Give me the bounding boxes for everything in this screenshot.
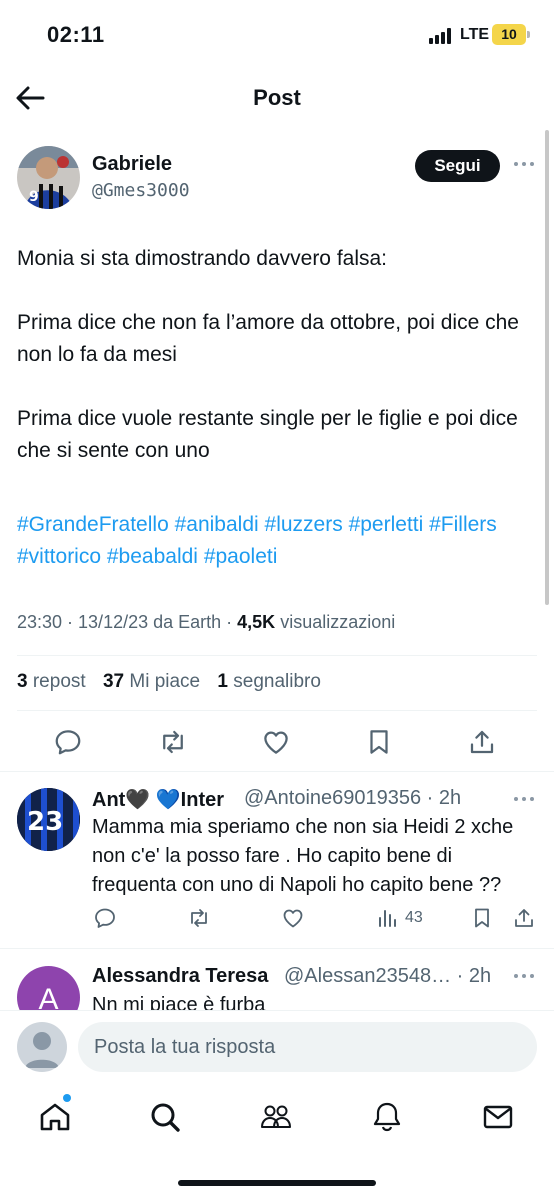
share-icon[interactable] — [467, 727, 497, 757]
divider — [17, 710, 537, 711]
more-options-icon[interactable] — [512, 787, 536, 811]
notification-dot — [63, 1094, 71, 1102]
more-options-icon[interactable] — [512, 964, 536, 988]
like-icon[interactable] — [261, 727, 291, 757]
repost-icon[interactable] — [187, 906, 211, 930]
svg-text:23: 23 — [27, 807, 63, 837]
status-time: 02:11 — [47, 22, 105, 47]
author-avatar[interactable]: 9 — [17, 146, 80, 209]
reply-author-name[interactable]: Alessandra Teresa — [92, 965, 268, 988]
more-options-icon[interactable] — [512, 152, 536, 176]
author-handle[interactable]: @Gmes3000 — [92, 180, 190, 201]
reply-avatar[interactable]: 23 — [17, 788, 80, 851]
hashtag-link[interactable]: #vittorico — [17, 545, 101, 568]
status-bar: 02:11 LTE 10 — [0, 0, 554, 70]
hashtag-link[interactable]: #luzzers — [265, 513, 343, 536]
user-avatar[interactable] — [17, 1022, 67, 1072]
divider — [17, 655, 537, 656]
post-text: Monia si sta dimostrando davvero falsa: … — [17, 247, 519, 462]
battery-cap — [527, 31, 530, 38]
share-icon[interactable] — [512, 906, 536, 930]
reposts-count[interactable]: 3 — [17, 671, 28, 692]
bookmarks-label[interactable]: segnalibro — [233, 671, 321, 692]
reposts-label[interactable]: repost — [33, 671, 86, 692]
home-icon[interactable] — [38, 1100, 72, 1134]
communities-icon[interactable] — [259, 1100, 293, 1134]
battery-icon: 10 — [492, 24, 526, 45]
page-title: Post — [253, 85, 301, 110]
likes-label[interactable]: Mi piace — [129, 671, 200, 692]
post-meta: 23:30 · 13/12/23 da Earth · 4,5K visuali… — [17, 612, 395, 633]
repost-icon[interactable] — [158, 727, 188, 757]
hashtag-list: #GrandeFratello #anibaldi #luzzers #perl… — [17, 509, 527, 573]
scrollbar[interactable] — [545, 130, 549, 605]
svg-text:9: 9 — [29, 189, 39, 205]
divider — [0, 948, 554, 949]
reply-author-handle[interactable]: @Antoine69019356 · 2h — [244, 787, 461, 810]
views-icon[interactable] — [376, 906, 400, 930]
like-icon[interactable] — [281, 906, 305, 930]
reply-author-name[interactable]: Ant🖤 💙Inter — [92, 787, 224, 812]
hashtag-link[interactable]: #GrandeFratello — [17, 513, 169, 536]
reply-icon[interactable] — [53, 727, 83, 757]
reply-icon[interactable] — [93, 906, 117, 930]
search-icon[interactable] — [148, 1100, 182, 1134]
views-count: 4,5K — [237, 612, 276, 632]
bookmarks-count[interactable]: 1 — [217, 671, 228, 692]
post-timestamp[interactable]: 23:30 · 13/12/23 da Earth · — [17, 612, 237, 632]
likes-count[interactable]: 37 — [103, 671, 124, 692]
bookmark-icon[interactable] — [470, 906, 494, 930]
network-label: LTE — [460, 26, 490, 43]
reply-text: Mamma mia speriamo che non sia Heidi 2 x… — [92, 816, 514, 896]
post-stats: 3 repost 37 Mi piace 1 segnalibro — [17, 671, 321, 693]
hashtag-link[interactable]: #beabaldi — [107, 545, 198, 568]
author-name[interactable]: Gabriele — [92, 153, 172, 176]
hashtag-link[interactable]: #Fillers — [429, 513, 497, 536]
divider — [0, 771, 554, 772]
hashtag-link[interactable]: #paoleti — [204, 545, 278, 568]
home-indicator — [178, 1180, 376, 1186]
views-label: visualizzazioni — [275, 612, 396, 632]
follow-button[interactable]: Segui — [415, 150, 500, 182]
reply-views-count: 43 — [405, 909, 423, 926]
signal-icon — [429, 28, 455, 44]
hashtag-link[interactable]: #anibaldi — [175, 513, 259, 536]
bookmark-icon[interactable] — [364, 727, 394, 757]
messages-icon[interactable] — [481, 1100, 515, 1134]
reply-input[interactable] — [78, 1022, 537, 1072]
hashtag-link[interactable]: #perletti — [349, 513, 424, 536]
notifications-icon[interactable] — [370, 1100, 404, 1134]
reply-author-handle[interactable]: @Alessan23548… · 2h — [284, 965, 491, 988]
